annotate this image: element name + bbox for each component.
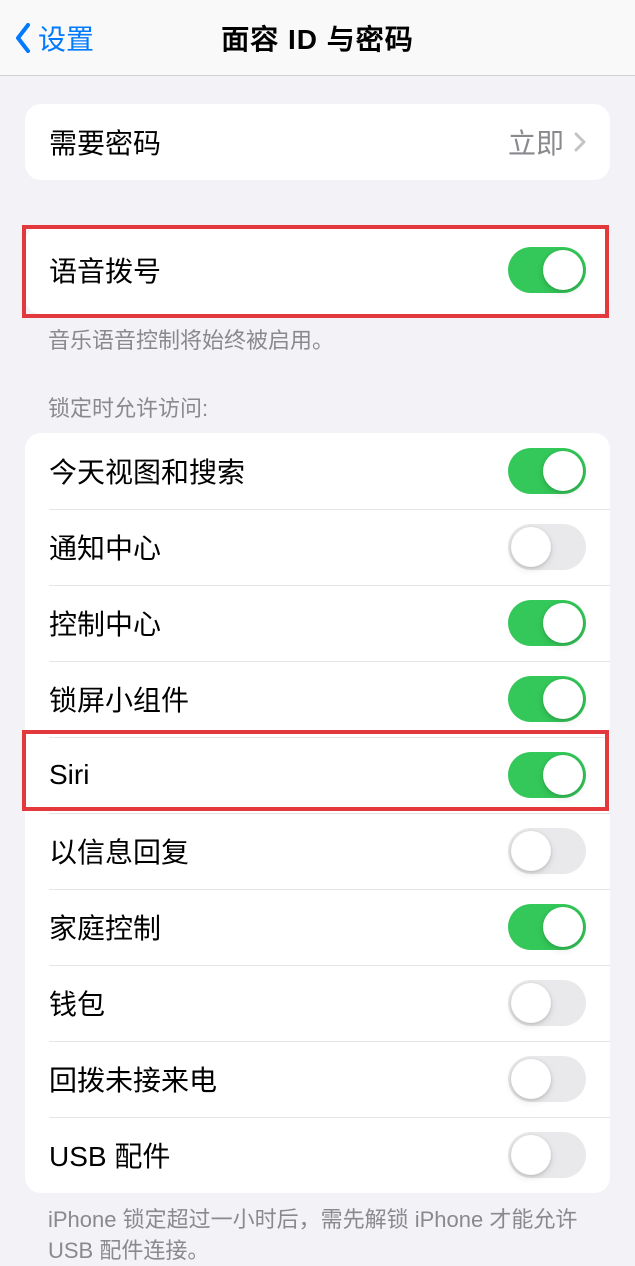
toggle-switch[interactable] <box>508 904 586 950</box>
group-voice-dial: 语音拨号 <box>25 226 610 314</box>
page-title: 面容 ID 与密码 <box>221 18 414 58</box>
toggle-knob <box>543 603 583 643</box>
back-button[interactable]: 设置 <box>0 18 94 58</box>
toggle-knob <box>543 679 583 719</box>
row-label: 锁屏小组件 <box>49 679 189 719</box>
toggle-switch[interactable] <box>508 980 586 1026</box>
row-lock-access: 钱包 <box>25 965 610 1041</box>
usb-footer: iPhone 锁定超过一小时后，需先解锁 iPhone 才能允许 USB 配件连… <box>48 1205 607 1266</box>
row-lock-access: 通知中心 <box>25 509 610 585</box>
row-lock-access: 家庭控制 <box>25 889 610 965</box>
toggle-switch[interactable] <box>508 676 586 722</box>
toggle-knob <box>543 451 583 491</box>
row-label: 回拨未接来电 <box>49 1059 217 1099</box>
row-label: 家庭控制 <box>49 907 161 947</box>
row-lock-access: 今天视图和搜索 <box>25 433 610 509</box>
toggle-switch[interactable] <box>508 600 586 646</box>
group-lock-access: 今天视图和搜索通知中心控制中心锁屏小组件 Siri 以信息回复家庭控制钱包回拨未接来… <box>25 433 610 1193</box>
toggle-switch[interactable] <box>508 1056 586 1102</box>
row-label: Siri <box>49 759 89 791</box>
row-lock-access: 回拨未接来电 <box>25 1041 610 1117</box>
toggle-switch[interactable] <box>508 752 586 798</box>
row-lock-access: 以信息回复 <box>25 813 610 889</box>
row-label: 控制中心 <box>49 603 161 643</box>
row-value-container: 立即 <box>508 122 586 162</box>
voice-dial-footer: 音乐语音控制将始终被启用。 <box>48 326 607 357</box>
group-require-passcode: 需要密码 立即 <box>25 104 610 180</box>
lock-access-header: 锁定时允许访问: <box>48 391 607 423</box>
toggle-switch[interactable] <box>508 1132 586 1178</box>
toggle-voice-dial[interactable] <box>508 247 586 293</box>
row-lock-access: Siri <box>25 737 610 813</box>
row-label: 语音拨号 <box>49 250 161 290</box>
row-label: 今天视图和搜索 <box>49 451 245 491</box>
toggle-knob <box>543 755 583 795</box>
row-lock-access: 控制中心 <box>25 585 610 661</box>
row-label: 通知中心 <box>49 527 161 567</box>
toggle-knob <box>543 907 583 947</box>
toggle-switch[interactable] <box>508 448 586 494</box>
toggle-knob <box>511 527 551 567</box>
row-lock-access: USB 配件 <box>25 1117 610 1193</box>
chevron-left-icon <box>14 23 32 53</box>
row-voice-dial: 语音拨号 <box>25 226 610 314</box>
toggle-knob <box>511 983 551 1023</box>
row-value: 立即 <box>508 122 564 162</box>
row-label: 需要密码 <box>49 122 161 162</box>
toggle-knob <box>511 831 551 871</box>
navigation-bar: 设置 面容 ID 与密码 <box>0 0 635 76</box>
back-label: 设置 <box>38 18 94 58</box>
toggle-switch[interactable] <box>508 524 586 570</box>
row-label: 以信息回复 <box>49 831 189 871</box>
row-lock-access: 锁屏小组件 <box>25 661 610 737</box>
toggle-knob <box>543 250 583 290</box>
toggle-switch[interactable] <box>508 828 586 874</box>
row-label: 钱包 <box>49 983 105 1023</box>
toggle-knob <box>511 1135 551 1175</box>
chevron-right-icon <box>574 132 586 152</box>
row-require-passcode[interactable]: 需要密码 立即 <box>25 104 610 180</box>
row-label: USB 配件 <box>49 1135 170 1175</box>
toggle-knob <box>511 1059 551 1099</box>
